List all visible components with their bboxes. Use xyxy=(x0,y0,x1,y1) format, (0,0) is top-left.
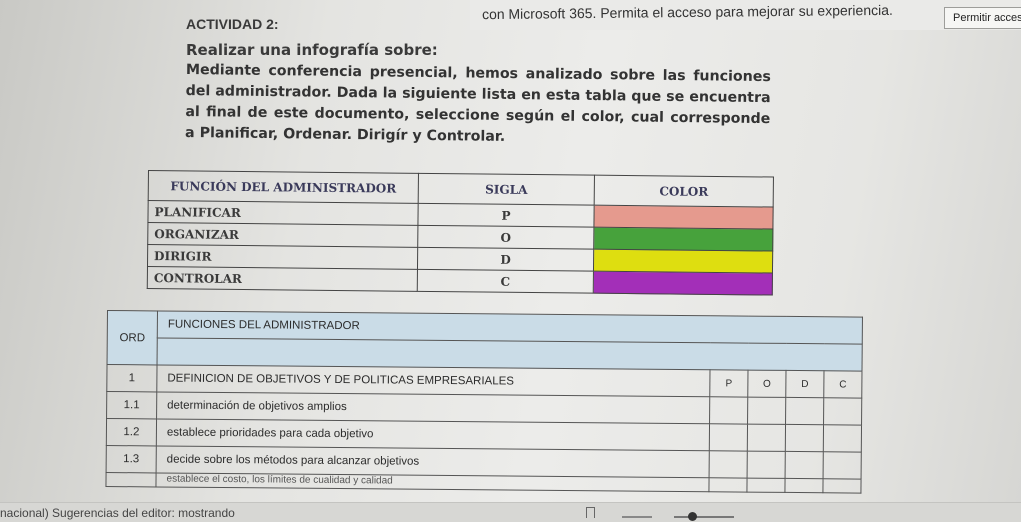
answer-cell[interactable] xyxy=(785,424,824,452)
status-bar: nacional) Sugerencias del editor: mostra… xyxy=(0,502,1021,522)
color-swatch xyxy=(593,271,773,296)
ord-cell xyxy=(105,472,157,487)
sigla-cell: P xyxy=(417,203,595,228)
sigla-cell: O xyxy=(417,225,594,250)
functions-list-table: ORD FUNCIONES DEL ADMINISTRADOR 1 DEFINI… xyxy=(105,310,863,494)
activity-heading: ACTIVIDAD 2: xyxy=(186,16,279,32)
activity-subtitle: Realizar una infografía sobre: xyxy=(186,41,438,59)
answer-cell[interactable] xyxy=(708,477,748,493)
header-ord: ORD xyxy=(107,310,158,365)
header-funcion: FUNCIÓN DEL ADMINISTRADOR xyxy=(148,170,419,204)
answer-cell[interactable] xyxy=(709,423,748,452)
ord-cell: 1 xyxy=(106,364,158,392)
allow-access-button[interactable]: Permitir acceso xyxy=(944,7,1021,29)
funcion-cell: PLANIFICAR xyxy=(147,200,419,226)
answer-cell[interactable] xyxy=(709,396,748,425)
letter-o-cell[interactable]: O xyxy=(747,370,786,398)
answer-cell[interactable] xyxy=(747,397,786,425)
answer-cell[interactable] xyxy=(785,397,824,425)
answer-cell[interactable] xyxy=(823,451,862,480)
answer-cell[interactable] xyxy=(822,478,862,494)
answer-cell[interactable] xyxy=(747,424,786,452)
zoom-out-icon[interactable] xyxy=(622,516,652,518)
ord-cell: 1.3 xyxy=(106,445,157,473)
banner-message: con Microsoft 365. Permita el acceso par… xyxy=(481,1,893,23)
zoom-slider-thumb[interactable] xyxy=(688,512,697,521)
sigla-cell: C xyxy=(417,269,594,294)
color-swatch xyxy=(593,227,773,252)
answer-cell[interactable] xyxy=(823,397,862,426)
answer-cell[interactable] xyxy=(784,478,824,493)
answer-cell[interactable] xyxy=(747,451,786,479)
answer-cell[interactable] xyxy=(709,450,748,479)
answer-cell[interactable] xyxy=(823,424,862,453)
color-swatch xyxy=(593,249,773,274)
letter-p-cell[interactable]: P xyxy=(709,369,748,398)
color-swatch xyxy=(593,205,774,230)
editor-suggestions-status[interactable]: nacional) Sugerencias del editor: mostra… xyxy=(0,506,235,520)
ord-cell: 1.2 xyxy=(106,418,157,446)
feedback-icon[interactable] xyxy=(586,507,595,518)
header-sigla: SIGLA xyxy=(418,173,595,206)
zoom-slider[interactable] xyxy=(674,516,734,518)
ord-cell: 1.1 xyxy=(106,391,157,419)
funcion-cell: ORGANIZAR xyxy=(147,222,418,248)
functions-color-table: FUNCIÓN DEL ADMINISTRADOR SIGLA COLOR PL… xyxy=(147,170,774,296)
answer-cell[interactable] xyxy=(746,478,786,493)
instructions-paragraph: Mediante conferencia presencial, hemos a… xyxy=(185,61,771,145)
letter-c-cell[interactable]: C xyxy=(823,370,862,399)
header-color: COLOR xyxy=(594,175,774,208)
funcion-cell: CONTROLAR xyxy=(147,266,418,292)
funcion-cell: DIRIGIR xyxy=(147,244,418,270)
letter-d-cell[interactable]: D xyxy=(785,370,824,398)
notification-banner: con Microsoft 365. Permita el acceso par… xyxy=(470,0,1021,30)
sigla-cell: D xyxy=(417,247,594,272)
answer-cell[interactable] xyxy=(785,451,824,479)
